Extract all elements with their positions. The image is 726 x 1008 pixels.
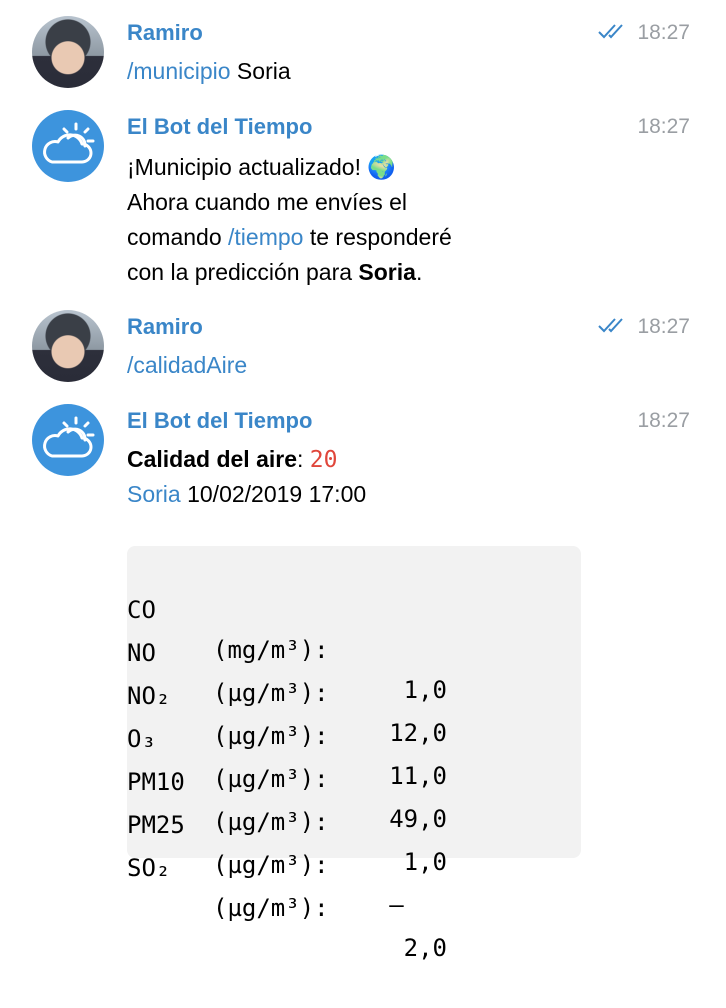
message-text: /calidadAire <box>127 348 247 382</box>
table-row: CO (mg/m³): 1,0 <box>127 550 447 704</box>
air-quality-label: Calidad del aire <box>127 446 298 472</box>
pollutant-value: 11,0 <box>389 762 447 790</box>
message-line: ¡Municipio actualizado! 🌍 <box>127 154 396 180</box>
pollutant-unit: (µg/m³): <box>213 851 329 879</box>
air-quality-heading: Calidad del aire: 20 <box>127 446 338 473</box>
sender-name[interactable]: Ramiro <box>127 20 203 46</box>
pollutant-unit: (mg/m³): <box>213 636 329 664</box>
pollutant-value: 2,0 <box>403 934 447 962</box>
message-line: Ahora cuando me envíes el <box>127 189 408 215</box>
bot-avatar[interactable] <box>32 404 104 476</box>
table-row: PM25 (µg/m³): – <box>127 765 404 919</box>
message-time: 18:27 <box>637 315 690 338</box>
message-time: 18:27 <box>637 115 690 138</box>
bot-avatar[interactable] <box>32 110 104 182</box>
pollutant-table: CO (mg/m³): 1,0 NO (µg/m³): 12,0 NO₂ (µg… <box>127 546 581 962</box>
sun-cloud-icon <box>43 122 95 164</box>
table-row: PM10 (µg/m³): 1,0 <box>127 722 447 876</box>
pollutant-value: 49,0 <box>389 805 447 833</box>
command-link[interactable]: /calidadAire <box>127 352 247 378</box>
pollutant-unit: (µg/m³): <box>213 894 329 922</box>
air-quality-value: 20 <box>309 447 338 473</box>
measurement-place-date: Soria 10/02/2019 17:00 <box>127 477 366 511</box>
pollutant-unit: (µg/m³): <box>213 765 329 793</box>
message-text: /municipio Soria <box>127 54 291 88</box>
message-line: con la predicción para Soria. <box>127 259 423 285</box>
table-row: NO₂ (µg/m³): 11,0 <box>127 636 447 790</box>
command-link[interactable]: /municipio <box>127 58 231 84</box>
message-time: 18:27 <box>637 21 690 44</box>
sender-name[interactable]: El Bot del Tiempo <box>127 408 312 434</box>
pollutant-name: SO₂ <box>127 854 171 882</box>
measurement-datetime: 10/02/2019 17:00 <box>180 481 367 507</box>
message-time: 18:27 <box>637 409 690 432</box>
pollutant-unit: (µg/m³): <box>213 679 329 707</box>
double-check-icon <box>598 318 623 333</box>
double-check-icon <box>598 24 623 39</box>
pollutant-value: 1,0 <box>403 848 447 876</box>
table-row: SO₂ (µg/m³): 2,0 <box>127 808 447 962</box>
pollutant-value: 12,0 <box>389 719 447 747</box>
pollutant-unit: (µg/m³): <box>213 808 329 836</box>
pollutant-value: 1,0 <box>403 676 447 704</box>
place-link[interactable]: Soria <box>127 481 181 507</box>
sender-name[interactable]: El Bot del Tiempo <box>127 114 312 140</box>
pollutant-unit: (µg/m³): <box>213 722 329 750</box>
municipality-name: Soria <box>358 259 416 285</box>
table-row: NO (µg/m³): 12,0 <box>127 593 447 747</box>
command-link[interactable]: /tiempo <box>228 224 303 250</box>
sender-name[interactable]: Ramiro <box>127 314 203 340</box>
sun-cloud-icon <box>43 416 95 458</box>
message-line: comando /tiempo te responderé <box>127 224 452 250</box>
user-avatar[interactable] <box>32 310 104 382</box>
user-avatar[interactable] <box>32 16 104 88</box>
table-row: O₃ (µg/m³): 49,0 <box>127 679 447 833</box>
command-argument: Soria <box>230 58 291 84</box>
pollutant-value: – <box>389 891 447 919</box>
